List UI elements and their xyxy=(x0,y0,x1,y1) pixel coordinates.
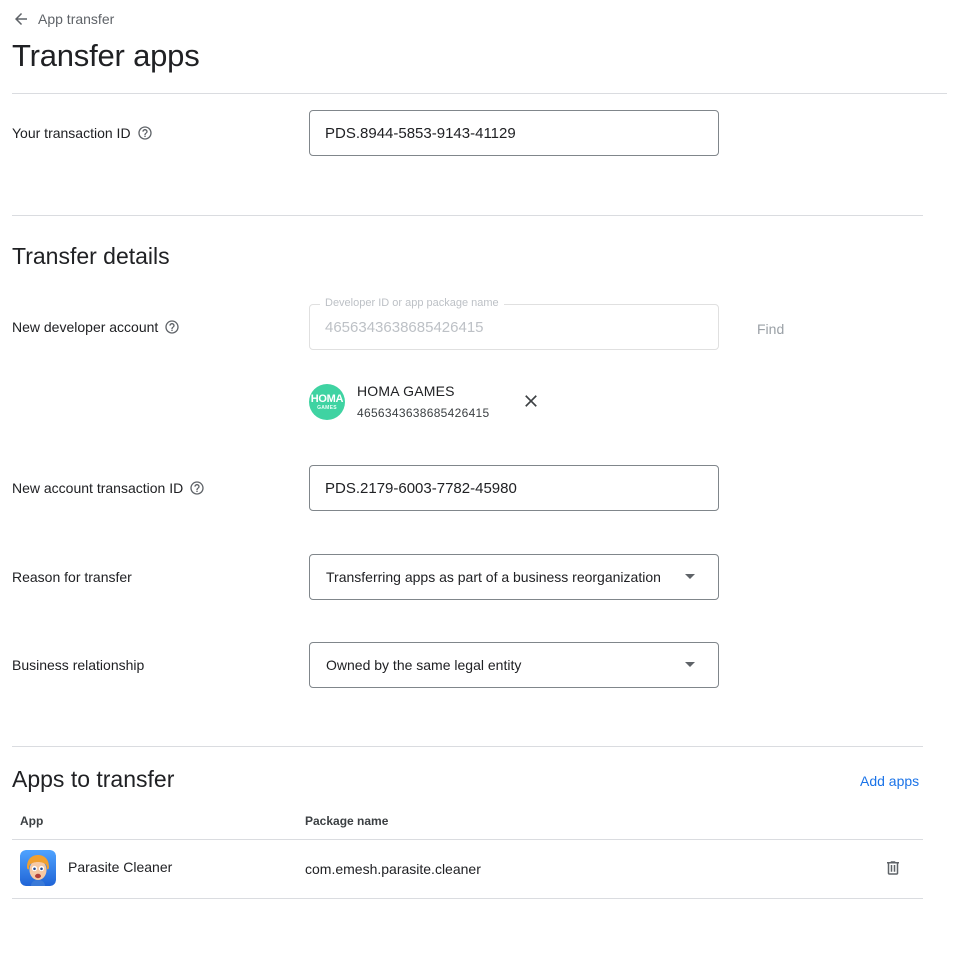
dropdown-arrow-icon xyxy=(685,662,695,667)
new-account-transaction-label-text: New account transaction ID xyxy=(12,480,184,496)
find-button[interactable]: Find xyxy=(757,321,784,337)
transaction-id-field[interactable]: PDS.8944-5853-9143-41129 xyxy=(309,110,719,156)
developer-search-floating-label: Developer ID or app package name xyxy=(320,297,504,309)
column-header-app: App xyxy=(20,814,44,828)
column-header-package: Package name xyxy=(305,814,389,828)
package-name: com.emesh.parasite.cleaner xyxy=(305,861,481,877)
delete-app-button[interactable] xyxy=(884,859,902,877)
transaction-id-label: Your transaction ID xyxy=(12,125,153,141)
logo-text: HOMA xyxy=(310,392,344,405)
reason-label: Reason for transfer xyxy=(12,569,132,585)
help-icon[interactable] xyxy=(189,480,205,496)
developer-search-field[interactable]: 4656343638685426415 xyxy=(309,304,719,350)
divider xyxy=(12,746,923,747)
breadcrumb[interactable]: App transfer xyxy=(12,10,114,28)
reason-value: Transferring apps as part of a business … xyxy=(326,569,661,585)
trash-icon xyxy=(887,861,899,875)
table-row-divider xyxy=(12,898,923,899)
help-icon[interactable] xyxy=(137,125,153,141)
add-apps-link[interactable]: Add apps xyxy=(860,773,919,789)
dropdown-arrow-icon xyxy=(685,574,695,579)
new-developer-label-text: New developer account xyxy=(12,319,159,335)
app-icon xyxy=(20,850,56,886)
developer-search-value: 4656343638685426415 xyxy=(325,318,484,336)
reason-label-text: Reason for transfer xyxy=(12,569,132,585)
app-name: Parasite Cleaner xyxy=(68,859,173,875)
relationship-value: Owned by the same legal entity xyxy=(326,657,522,673)
reason-select[interactable]: Transferring apps as part of a business … xyxy=(309,554,719,600)
new-account-transaction-field[interactable]: PDS.2179-6003-7782-45980 xyxy=(309,465,719,511)
help-icon[interactable] xyxy=(164,319,180,335)
relationship-label: Business relationship xyxy=(12,657,144,673)
logo-subtext: GAMES xyxy=(317,404,337,411)
transfer-details-title: Transfer details xyxy=(12,243,170,269)
homa-games-logo: HOMA GAMES xyxy=(309,384,345,420)
divider xyxy=(12,215,923,216)
transaction-id-value: PDS.8944-5853-9143-41129 xyxy=(325,124,516,142)
new-developer-label: New developer account xyxy=(12,319,180,335)
relationship-label-text: Business relationship xyxy=(12,657,145,673)
selected-developer-name: HOMA GAMES xyxy=(357,383,455,399)
relationship-select[interactable]: Owned by the same legal entity xyxy=(309,642,719,688)
table-header-divider xyxy=(12,839,923,840)
selected-developer-id: 4656343638685426415 xyxy=(357,406,490,420)
arrow-back-icon xyxy=(15,13,27,25)
transaction-id-label-text: Your transaction ID xyxy=(12,125,131,141)
new-account-transaction-label: New account transaction ID xyxy=(12,480,205,496)
new-account-transaction-value: PDS.2179-6003-7782-45980 xyxy=(325,479,517,497)
page-title: Transfer apps xyxy=(12,38,200,73)
breadcrumb-label: App transfer xyxy=(38,11,115,27)
divider xyxy=(12,93,947,94)
close-icon xyxy=(525,395,537,407)
remove-developer-button[interactable] xyxy=(520,390,542,412)
apps-to-transfer-title: Apps to transfer xyxy=(12,766,175,792)
